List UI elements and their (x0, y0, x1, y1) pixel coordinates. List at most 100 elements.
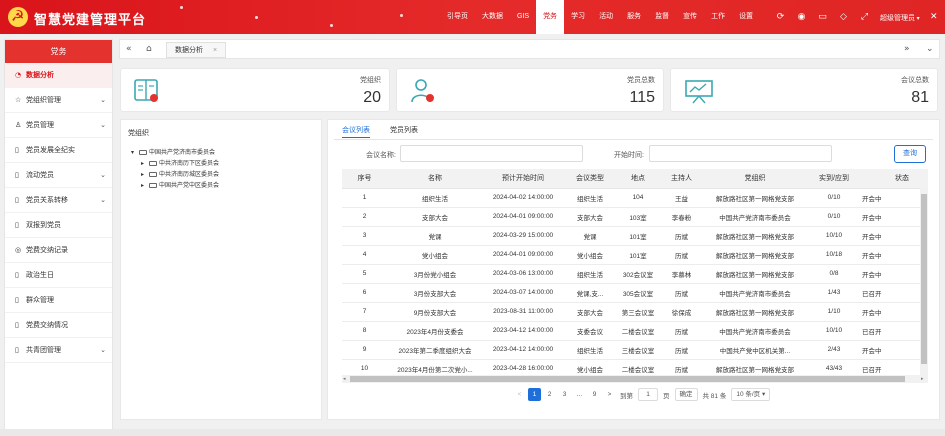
sidebar-item[interactable]: ☆ 党组织管理 ⌄ (5, 88, 112, 113)
chevron-down-icon[interactable]: ⌄ (100, 113, 106, 138)
tab-close-icon[interactable]: × (213, 47, 217, 54)
table-row[interactable]: 6 3月份支部大会 2024-03-07 14:00:00 党课,支... 305会议室… (342, 283, 928, 303)
sidebar-item[interactable]: ◔ 数据分析 (5, 63, 112, 88)
nav-item[interactable]: 宣传 (676, 0, 704, 34)
nav-item[interactable]: GIS (510, 0, 536, 34)
page-number-button[interactable]: 2 (543, 388, 556, 401)
sidebar-item[interactable]: ▯ 共青团管理 ⌄ (5, 338, 112, 363)
table-cell: 305会议室 (617, 283, 659, 303)
search-button[interactable]: 查询 (894, 145, 926, 163)
table-body: 1 组织生活 2024-04-02 14:00:00 组织生活 104 王益 解放路社区第一… (342, 188, 928, 375)
sidebar-item[interactable]: ▯ 群众管理 (5, 288, 112, 313)
chevron-down-icon[interactable]: ⌄ (100, 88, 106, 113)
goto-confirm-button[interactable]: 确定 (674, 388, 698, 401)
horizontal-scrollbar[interactable]: ◂ ▸ (342, 375, 928, 383)
tab-data-analysis[interactable]: 数据分析 × (166, 42, 227, 58)
table-row[interactable]: 5 3月份党小组会 2024-03-06 13:00:00 组织生活 302会议室 李慕林… (342, 264, 928, 284)
table-cell: 2023-08-31 11:00:00 (483, 302, 563, 322)
table-row[interactable]: 9 2023年第二季度组织大会 2023-04-12 14:00:00 组织生活 三楼会… (342, 340, 928, 360)
nav-item[interactable]: 党务 (536, 0, 565, 34)
prev-page-button[interactable]: < (513, 388, 526, 401)
table-row[interactable]: 1 组织生活 2024-04-02 14:00:00 组织生活 104 王益 解放路社区第一… (342, 188, 928, 208)
refresh-icon[interactable]: ⟳ (770, 12, 791, 22)
table-cell: 1/43 (806, 283, 862, 303)
caret-right-icon[interactable]: ▸ (141, 160, 149, 167)
table-row[interactable]: 10 2023年4月份第二次党小... 2023-04-28 16:00:00 党小组… (342, 359, 928, 375)
next-page-button[interactable]: > (603, 388, 616, 401)
table-cell: 解放路社区第一网格党支部 (704, 302, 806, 322)
sidebar-item[interactable]: ▯ 政治生日 (5, 263, 112, 288)
start-time-input[interactable] (649, 145, 832, 162)
chevron-down-icon[interactable]: ⌄ (100, 163, 106, 188)
column-header: 状态 (862, 169, 928, 189)
scrollbar-thumb[interactable] (350, 376, 905, 382)
tab-meeting-list[interactable]: 会议列表 (342, 124, 370, 138)
table-cell: 支委会议 (563, 321, 617, 341)
nav-item[interactable]: 引导页 (440, 0, 475, 34)
tree-node-root[interactable]: ▾ 中国共产党济南市委员会 (131, 147, 215, 156)
nav-item[interactable]: 活动 (592, 0, 620, 34)
nav-item[interactable]: 服务 (620, 0, 648, 34)
nav-item[interactable]: 大数据 (475, 0, 510, 34)
table-cell: 302会议室 (617, 264, 659, 284)
table-cell: 2023年4月份第二次党小... (387, 359, 483, 375)
bottom-bar (0, 429, 945, 436)
page-number-button[interactable]: 1 (528, 388, 541, 401)
message-icon[interactable]: ▭ (812, 12, 833, 22)
table-cell: 中国共产党中区机关第... (704, 340, 806, 360)
table-row[interactable]: 7 9月份支部大会 2023-08-31 11:00:00 支部大会 第三会议室 徐保成解… (342, 302, 928, 322)
table-cell: 2024-03-29 15:00:00 (483, 226, 563, 246)
sidebar-item[interactable]: ♙ 党员管理 ⌄ (5, 113, 112, 138)
page-number-button[interactable]: ... (573, 388, 586, 401)
scroll-right-arrow-icon[interactable]: ▸ (921, 376, 924, 382)
tab-member-list[interactable]: 党员列表 (390, 124, 418, 138)
caret-down-icon[interactable]: ▾ (131, 149, 139, 156)
table-row[interactable]: 3 党课 2024-03-29 15:00:00 党课 101室 历斌 解放路社区第一网格党… (342, 226, 928, 246)
user-menu[interactable]: 超级管理员 (880, 13, 920, 23)
scroll-right-icon[interactable]: » (904, 44, 910, 54)
table-cell: 党课,支... (563, 283, 617, 303)
sidebar-item[interactable]: ◎ 党费交纳记录 (5, 238, 112, 263)
caret-right-icon[interactable]: ▸ (141, 171, 149, 178)
nav-item[interactable]: 设置 (732, 0, 760, 34)
table-row[interactable]: 2 支部大会 2024-04-01 09:00:00 支部大会 103室 李春粉 中国共产党… (342, 207, 928, 227)
chevron-down-icon[interactable]: ⌄ (100, 188, 106, 213)
goto-page-input[interactable]: 1 (638, 388, 658, 401)
tree-node-child[interactable]: ▸ 中共济南历下区委员会 (141, 158, 219, 167)
chevron-down-icon[interactable]: ⌄ (100, 338, 106, 363)
sidebar: 党务 ◔ 数据分析 ☆ 党组织管理 ⌄ ♙ 党员管理 ⌄ ▯ 党员发展全纪实 ▯ 流动党员 ⌄ ▯ 党员关系… (4, 39, 113, 436)
tree-title: 党组织 (128, 130, 149, 137)
table-row[interactable]: 4 党小组会 2024-04-01 09:00:00 党小组会 101室 历斌 解放路社区第… (342, 245, 928, 265)
scroll-left-icon[interactable]: « (126, 44, 132, 54)
chevron-down-icon[interactable]: ⌄ (926, 44, 934, 54)
tree-node-child[interactable]: ▸ 中共济南历城区委员会 (141, 169, 219, 178)
page-number-button[interactable]: 9 (588, 388, 601, 401)
table-cell: 6 (342, 283, 387, 303)
scrollbar-thumb[interactable] (921, 194, 927, 364)
tag-icon[interactable]: ◇ (833, 12, 854, 22)
vertical-scrollbar[interactable] (920, 188, 928, 375)
nav-item[interactable]: 监督 (648, 0, 676, 34)
nav-item[interactable]: 工作 (704, 0, 732, 34)
scroll-left-arrow-icon[interactable]: ◂ (343, 376, 346, 382)
table-row[interactable]: 8 2023年4月份支委会 2023-04-12 14:00:00 支委会议 二楼会议室… (342, 321, 928, 341)
caret-right-icon[interactable]: ▸ (141, 182, 149, 189)
tree-node-child[interactable]: ▸ 中国共产党中区委员会 (141, 180, 219, 189)
fullscreen-icon[interactable]: ⤢ (854, 12, 875, 22)
table-cell: 解放路社区第一网格党支部 (704, 226, 806, 246)
doc-icon: ▯ (15, 146, 19, 154)
sidebar-item[interactable]: ▯ 党员关系转移 ⌄ (5, 188, 112, 213)
sidebar-item[interactable]: ▯ 党费交纳情况 (5, 313, 112, 338)
sidebar-item[interactable]: ▯ 双报到党员 (5, 213, 112, 238)
page-number-button[interactable]: 3 (558, 388, 571, 401)
sidebar-item[interactable]: ▯ 流动党员 ⌄ (5, 163, 112, 188)
nav-item[interactable]: 学习 (564, 0, 592, 34)
home-icon[interactable]: ⌂ (146, 44, 152, 54)
page-size-select[interactable]: 10 条/页 ▾ (731, 388, 771, 401)
table-cell: 3月份支部大会 (387, 283, 483, 303)
sidebar-item[interactable]: ▯ 党员发展全纪实 (5, 138, 112, 163)
bell-icon[interactable]: ◉ (791, 12, 812, 22)
close-icon[interactable]: ✕ (930, 11, 938, 22)
table-cell: 9月份支部大会 (387, 302, 483, 322)
meeting-name-input[interactable] (400, 145, 583, 162)
